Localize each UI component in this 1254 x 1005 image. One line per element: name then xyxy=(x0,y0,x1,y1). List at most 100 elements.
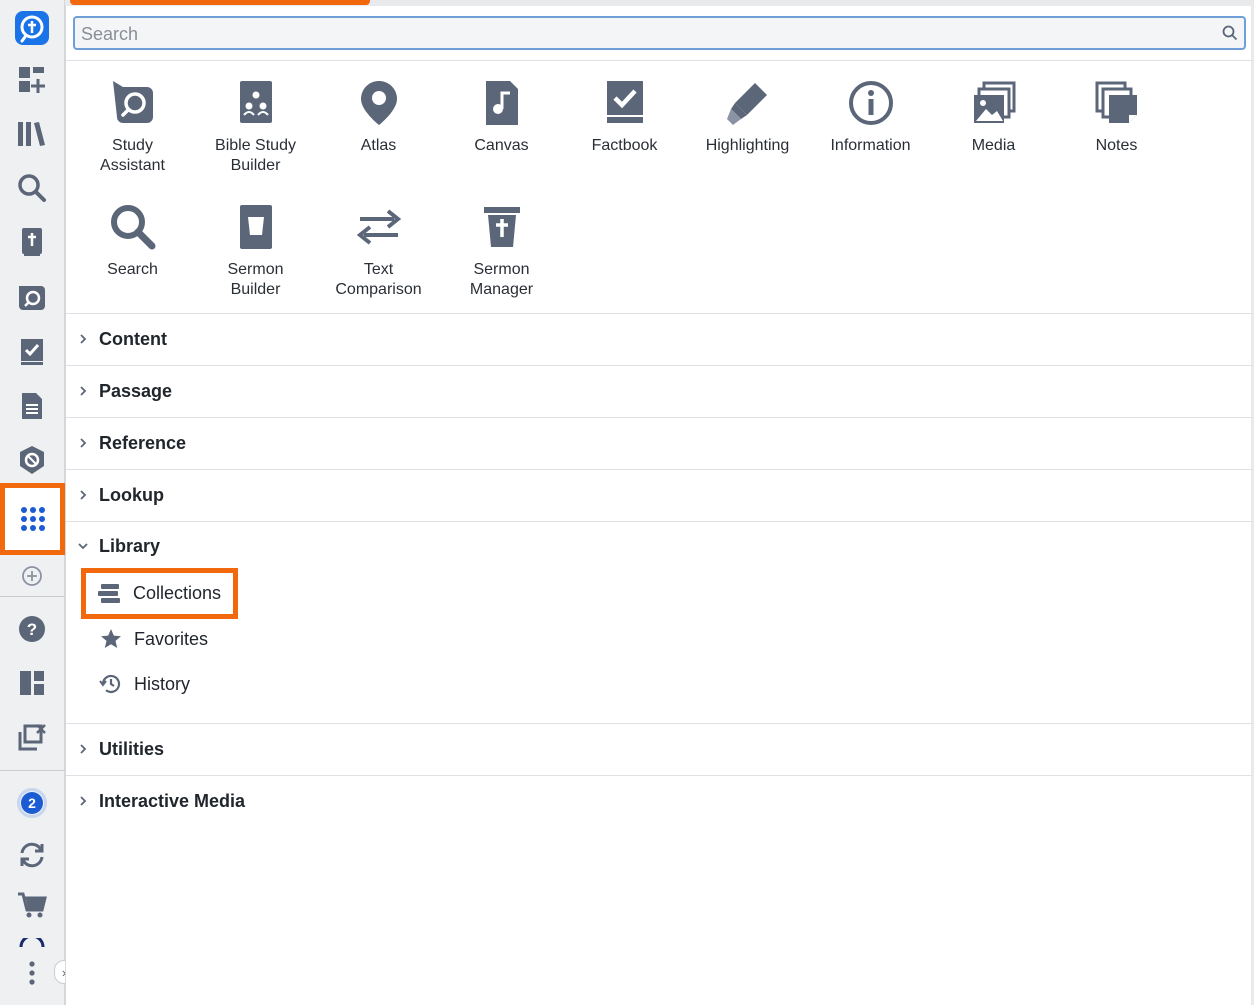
library-item-label: History xyxy=(134,673,191,694)
study-assistant-icon[interactable] xyxy=(12,278,52,318)
library-item-label: Collections xyxy=(133,583,222,603)
info-icon xyxy=(846,78,896,128)
left-sidebar: ? 2 xyxy=(0,0,65,1005)
chevron-right-icon xyxy=(66,385,99,397)
section-title: Passage xyxy=(99,380,173,401)
chevron-down-icon xyxy=(66,541,99,551)
highlighter-icon xyxy=(723,78,773,128)
tool-canvas[interactable]: Canvas xyxy=(440,78,563,156)
chevron-right-icon xyxy=(66,489,99,501)
document-icon[interactable] xyxy=(12,386,52,426)
chevron-right-icon xyxy=(66,795,99,807)
tool-search[interactable]: Search xyxy=(71,202,194,280)
tool-media[interactable]: Media xyxy=(932,78,1055,156)
section-title: Utilities xyxy=(99,738,165,759)
factbook-icon[interactable] xyxy=(12,332,52,372)
search-box xyxy=(73,16,1246,50)
account-avatar-icon[interactable] xyxy=(12,935,52,951)
section-title: Lookup xyxy=(99,484,164,505)
library-item-history[interactable]: History xyxy=(84,664,190,704)
sidebar-divider xyxy=(0,770,65,771)
notifications-badge[interactable]: 2 xyxy=(12,783,52,823)
active-tab-indicator xyxy=(70,0,370,5)
media-icon xyxy=(969,78,1019,128)
tools-panel: Study Assistant Bible Study Builder Atla… xyxy=(65,6,1252,1005)
add-layout-icon[interactable] xyxy=(12,60,52,100)
section-title: Library xyxy=(99,535,161,556)
tool-label: Atlas xyxy=(360,137,397,154)
library-item-label: Favorites xyxy=(134,628,209,649)
tool-atlas[interactable]: Atlas xyxy=(317,78,440,156)
close-panels-icon[interactable] xyxy=(12,717,52,757)
section-reference[interactable]: Reference xyxy=(66,417,1252,469)
history-icon xyxy=(96,672,126,696)
bible-icon[interactable] xyxy=(12,222,52,262)
bible-study-builder-icon xyxy=(231,78,281,128)
tool-label: Factbook xyxy=(591,137,658,154)
tool-sermon-manager[interactable]: Sermon Manager xyxy=(440,202,563,300)
tools-grid-icon xyxy=(12,495,53,543)
canvas-icon xyxy=(477,78,527,128)
chevron-right-icon xyxy=(66,333,99,345)
sidebar-divider xyxy=(0,596,65,597)
search-icon xyxy=(108,202,158,252)
sermon-builder-icon xyxy=(231,202,281,252)
tool-study-assistant[interactable]: Study Assistant xyxy=(71,78,194,176)
tool-label: Bible Study Builder xyxy=(215,137,296,174)
library-item-collections[interactable]: Collections xyxy=(81,568,238,619)
section-library[interactable]: Library xyxy=(66,520,1252,572)
add-shortcut-icon[interactable] xyxy=(12,556,52,596)
search-icon[interactable] xyxy=(12,168,52,208)
tool-label: Text Comparison xyxy=(335,261,422,298)
divider xyxy=(66,60,1252,61)
text-comparison-icon xyxy=(354,202,404,252)
more-options-icon[interactable] xyxy=(12,953,52,993)
svg-text:?: ? xyxy=(27,620,37,639)
section-passage[interactable]: Passage xyxy=(66,365,1252,417)
chevron-right-icon xyxy=(66,743,99,755)
section-title: Content xyxy=(99,328,167,349)
star-icon xyxy=(96,628,126,650)
tool-factbook[interactable]: Factbook xyxy=(563,78,686,156)
library-icon[interactable] xyxy=(12,114,52,154)
help-icon[interactable]: ? xyxy=(12,609,52,649)
tool-label: Canvas xyxy=(474,137,529,154)
cart-icon[interactable] xyxy=(12,885,52,925)
search-icon[interactable] xyxy=(1222,25,1238,46)
section-lookup[interactable]: Lookup xyxy=(66,469,1252,521)
section-content[interactable]: Content xyxy=(66,313,1252,365)
sermon-manager-icon xyxy=(477,202,527,252)
tool-label: Information xyxy=(830,137,911,154)
factbook-icon xyxy=(600,78,650,128)
sync-icon[interactable] xyxy=(12,835,52,875)
atlas-pin-icon xyxy=(354,78,404,128)
tools-search-input[interactable] xyxy=(81,21,1211,47)
study-assistant-icon xyxy=(108,78,158,128)
collections-icon xyxy=(95,583,125,605)
section-title: Interactive Media xyxy=(99,790,246,811)
tools-menu-button-active[interactable] xyxy=(0,483,65,555)
tool-information[interactable]: Information xyxy=(809,78,932,156)
chevron-right-icon xyxy=(66,437,99,449)
tool-label: Notes xyxy=(1095,137,1138,154)
tool-label: Sermon Builder xyxy=(227,261,284,298)
guide-shield-icon[interactable] xyxy=(12,440,52,480)
library-item-favorites[interactable]: Favorites xyxy=(84,619,208,659)
tool-bible-study-builder[interactable]: Bible Study Builder xyxy=(194,78,317,176)
tool-highlighting[interactable]: Highlighting xyxy=(686,78,809,156)
layouts-icon[interactable] xyxy=(12,663,52,703)
tool-label: Highlighting xyxy=(705,137,790,154)
section-interactive-media[interactable]: Interactive Media xyxy=(66,775,1252,827)
notes-icon xyxy=(1092,78,1142,128)
tool-label: Search xyxy=(107,261,158,278)
app-window: ? 2 › Search Study Assistant Bible Study… xyxy=(0,0,1254,1005)
notification-count: 2 xyxy=(21,792,43,814)
logos-logo-icon[interactable] xyxy=(12,8,52,48)
tool-sermon-builder[interactable]: Sermon Builder xyxy=(194,202,317,300)
tool-text-comparison[interactable]: Text Comparison xyxy=(317,202,440,300)
tool-label: Media xyxy=(971,137,1016,154)
tool-notes[interactable]: Notes xyxy=(1055,78,1178,156)
tool-label: Study Assistant xyxy=(100,137,165,174)
section-utilities[interactable]: Utilities xyxy=(66,723,1252,775)
section-title: Reference xyxy=(99,432,187,453)
